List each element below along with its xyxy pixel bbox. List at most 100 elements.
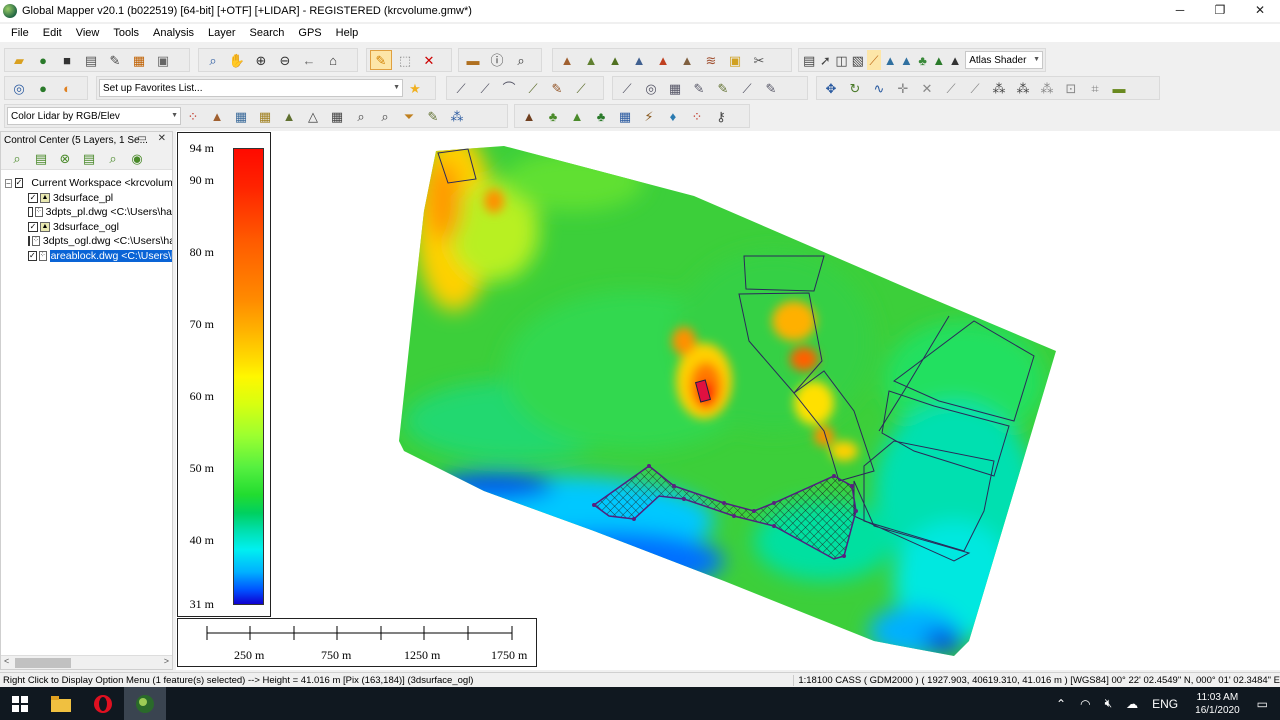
range-ring-icon[interactable]: ◎ [640, 78, 662, 98]
path-profile-icon[interactable]: ▲ [676, 50, 698, 70]
layer-item-selected[interactable]: ✓ ⁘ areablock.dwg <C:\Users\ha [1, 249, 172, 264]
menu-search[interactable]: Search [243, 27, 292, 39]
lidar-grid-icon[interactable]: ▦ [254, 106, 276, 126]
lidar-extract-icon[interactable]: ▲ [278, 106, 300, 126]
shader-select[interactable]: Atlas Shader ▼ [965, 51, 1043, 69]
elevation-legend-icon[interactable]: ▲ [883, 50, 897, 70]
file-explorer-icon[interactable] [40, 687, 82, 720]
measure-icon[interactable]: ▬ [462, 50, 484, 70]
pan-hand-icon[interactable]: ✋ [226, 50, 248, 70]
lidar-toolbar-icon[interactable]: ▲ [899, 50, 913, 70]
crop-icon[interactable]: ✂ [748, 50, 770, 70]
notifications-icon[interactable]: ▭ [1257, 697, 1268, 711]
create-line-icon[interactable]: ⟋ [450, 78, 472, 98]
split-view-icon[interactable]: ◫ [834, 50, 848, 70]
cut-fill-icon[interactable]: ≋ [700, 50, 722, 70]
crop-feature-icon[interactable]: ⌗ [1084, 78, 1106, 98]
workspace-node[interactable]: − ✓ Current Workspace <krcvolum [1, 176, 172, 191]
zoom-in-icon[interactable]: ⊕ [250, 50, 272, 70]
info-icon[interactable]: ⓘ [486, 50, 508, 70]
create-point-icon[interactable]: ⟋ [616, 78, 638, 98]
layer-checkbox[interactable]: ✓ [28, 250, 37, 261]
favorites-star-icon[interactable]: ★ [404, 78, 426, 98]
open-folder-icon[interactable]: ▰ [8, 50, 30, 70]
move-vertex-icon[interactable]: ✛ [892, 78, 914, 98]
mountain-icon[interactable]: ▲ [948, 50, 962, 70]
panel-buttons[interactable]: ▭ ✕ [137, 133, 170, 144]
online-data-globe-icon[interactable]: ◎ [8, 78, 30, 98]
watershed-icon[interactable]: ▲ [628, 50, 650, 70]
feature-attr-icon[interactable]: ✎ [712, 78, 734, 98]
lidar-funnel-icon[interactable]: ⏷ [398, 106, 420, 126]
close-button[interactable]: ✕ [1240, 0, 1280, 20]
layer-checkbox[interactable] [28, 207, 33, 218]
north-arrow-icon[interactable]: ➚ [818, 50, 832, 70]
volume-muted-icon[interactable]: 🔇︎ [1105, 696, 1113, 711]
layout-icon[interactable]: ▤ [802, 50, 816, 70]
menu-view[interactable]: View [69, 27, 107, 39]
favorites-select[interactable]: Set up Favorites List... ▼ [99, 79, 403, 97]
hillshade-icon[interactable]: ▲ [932, 50, 946, 70]
building-class-icon[interactable]: ▦ [614, 106, 636, 126]
menu-gps[interactable]: GPS [291, 27, 328, 39]
tower-class-icon[interactable]: ⚡ [638, 106, 660, 126]
volume-icon[interactable]: ▲ [652, 50, 674, 70]
lidar-query-icon[interactable]: ⌕ [374, 106, 396, 126]
measure-line-icon[interactable]: ⟋ [736, 78, 758, 98]
copy-feature-icon[interactable]: ⁂ [1036, 78, 1058, 98]
refresh-icon[interactable]: ◐ [56, 78, 78, 98]
smooth-line-icon[interactable]: ⟋ [570, 78, 592, 98]
global-mapper-taskbar-icon[interactable] [124, 687, 166, 720]
edit-attr-icon[interactable]: ✎ [760, 78, 782, 98]
language-indicator[interactable]: ENG [1152, 697, 1178, 711]
wrench-icon[interactable]: ✎ [104, 50, 126, 70]
clip-icon[interactable]: ⊡ [1060, 78, 1082, 98]
powerline-class-icon[interactable]: ⁘ [686, 106, 708, 126]
web-map-icon[interactable]: ● [32, 78, 54, 98]
terrain-icon[interactable]: ▲ [556, 50, 578, 70]
layer-item[interactable]: ✓ ▲ 3dsurface_ogl [1, 220, 172, 235]
menu-tools[interactable]: Tools [106, 27, 146, 39]
high-veg-icon[interactable]: ♣ [590, 106, 612, 126]
menu-help[interactable]: Help [329, 27, 366, 39]
lidar-triangle-icon[interactable]: △ [302, 106, 324, 126]
zoom-out-icon[interactable]: ⊖ [274, 50, 296, 70]
contour-icon[interactable]: ▲ [580, 50, 602, 70]
scroll-left-icon[interactable]: < [4, 656, 9, 666]
move-icon[interactable]: ✥ [820, 78, 842, 98]
slope-shader-icon[interactable]: ⟋ [866, 50, 882, 70]
print-icon[interactable]: ▤ [80, 50, 102, 70]
layer-zoom-icon[interactable]: ⌕ [102, 149, 124, 169]
arc-icon[interactable]: ⌒ [498, 78, 520, 98]
grid-icon[interactable]: ▦ [664, 78, 686, 98]
scroll-right-icon[interactable]: > [164, 656, 169, 666]
minimize-button[interactable]: ─ [1160, 0, 1200, 20]
join-line-icon[interactable]: ⟋ [940, 78, 962, 98]
viewshed-icon[interactable]: ▲ [604, 50, 626, 70]
opera-browser-icon[interactable] [82, 687, 124, 720]
layer-item[interactable]: ⁘ 3dpts_ogl.dwg <C:\Users\ha [1, 234, 172, 249]
control-center-icon[interactable]: ▦ [128, 50, 150, 70]
clock[interactable]: 11:03 AM 16/1/2020 [1195, 691, 1240, 717]
home-icon[interactable]: ⌂ [322, 50, 344, 70]
tree-icon[interactable]: ♣ [916, 50, 930, 70]
find-icon[interactable]: ⌕ [510, 50, 532, 70]
save-icon[interactable]: ■ [56, 50, 78, 70]
menu-edit[interactable]: Edit [36, 27, 69, 39]
low-veg-icon[interactable]: ♣ [542, 106, 564, 126]
horizontal-scrollbar[interactable]: < > [1, 655, 172, 669]
globe-icon[interactable]: ● [32, 50, 54, 70]
water-class-icon[interactable]: ♦ [662, 106, 684, 126]
layer-metadata-icon[interactable]: ⌕ [6, 149, 28, 169]
lidar-building-icon[interactable]: ▦ [230, 106, 252, 126]
feature-edit-icon[interactable]: ✎ [688, 78, 710, 98]
onedrive-cloud-icon[interactable]: ☁ [1126, 697, 1138, 711]
menu-file[interactable]: File [4, 27, 36, 39]
ruler-icon[interactable]: ▬ [1108, 78, 1130, 98]
map-view[interactable]: 94 m 90 m 80 m 70 m 60 m 50 m 40 m 31 m … [176, 131, 1280, 670]
3d-view-icon[interactable]: ▧ [851, 50, 865, 70]
layer-item[interactable]: ⁘ 3dpts_pl.dwg <C:\Users\ha [1, 205, 172, 220]
layer-up-icon[interactable]: ▤ [78, 149, 100, 169]
delete-feature-icon[interactable]: ✕ [418, 50, 440, 70]
restore-button[interactable]: ❐ [1200, 0, 1240, 20]
